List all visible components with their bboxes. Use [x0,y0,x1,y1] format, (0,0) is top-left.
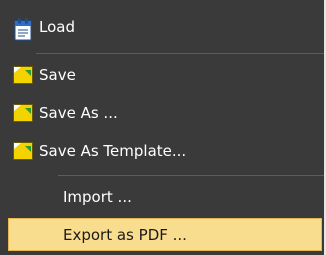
menu-item-label: Load [39,18,75,36]
menu-item-label: Export as PDF ... [63,226,187,244]
menu-item-label: Save As ... [39,104,118,122]
menu-item-label: Save [39,66,76,84]
save-icon [13,66,33,84]
menu-item-export-pdf[interactable]: Export as PDF ... [8,218,322,251]
menu-item-import[interactable]: Import ... [0,181,322,213]
menu-item-load[interactable]: Load [0,14,322,46]
save-icon [13,104,33,122]
menu-item-save-as-template[interactable]: Save As Template... [0,135,322,167]
file-menu: Load Save Save As ... Save As Template..… [0,0,326,255]
menu-separator [58,175,324,176]
load-icon [13,18,35,42]
menu-item-save-as[interactable]: Save As ... [0,97,322,129]
menu-item-save[interactable]: Save [0,59,322,91]
menu-item-label: Import ... [63,188,132,206]
save-icon [13,142,33,160]
menu-separator [36,53,324,54]
menu-item-label: Save As Template... [39,142,187,160]
